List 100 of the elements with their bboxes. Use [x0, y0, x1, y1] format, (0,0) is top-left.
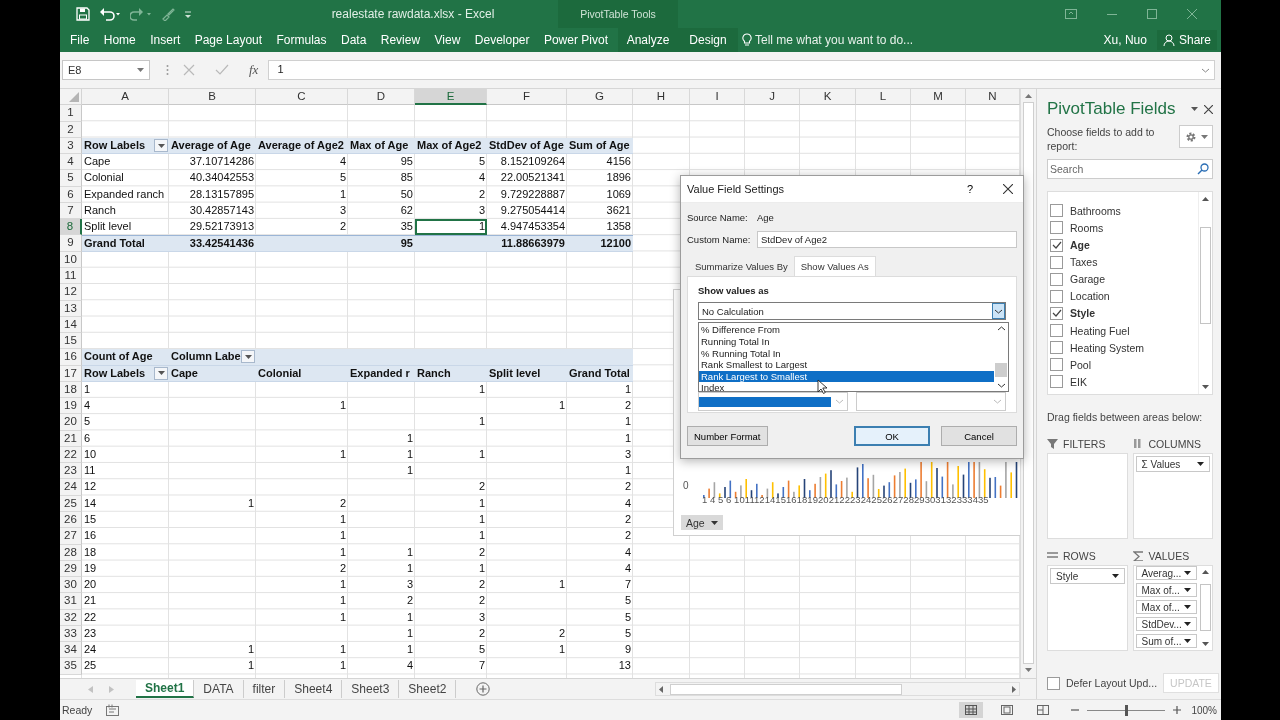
close-icon[interactable]	[1003, 184, 1013, 195]
filter-button[interactable]	[241, 350, 255, 364]
field-chip[interactable]: Averag...	[1135, 566, 1197, 581]
row-header[interactable]: 31	[60, 593, 82, 610]
select-all-icon[interactable]	[69, 92, 79, 103]
row-header[interactable]: 15	[60, 333, 82, 350]
redo-icon[interactable]	[130, 7, 152, 21]
dropdown-list[interactable]: % Difference From Running Total In % Running Total In Rank Smallest to Largest Rank Largest to Smallest Index	[698, 322, 1009, 393]
row-header[interactable]: 23	[60, 463, 82, 480]
row-header[interactable]: 34	[60, 642, 82, 659]
field-name[interactable]: Age	[1070, 239, 1090, 252]
dialog-button[interactable]: Number Format	[687, 426, 768, 447]
enter-icon[interactable]	[215, 64, 229, 77]
checkbox[interactable]	[1050, 375, 1063, 389]
column-header[interactable]: J	[745, 89, 800, 106]
macro-record-icon[interactable]	[106, 704, 120, 717]
column-header[interactable]: K	[800, 89, 856, 106]
cancel-icon[interactable]	[183, 64, 195, 77]
field-name[interactable]: Location	[1070, 290, 1110, 303]
dialog-button[interactable]: OK	[854, 426, 930, 447]
ribbon-tab[interactable]: Home	[99, 28, 140, 52]
checkbox[interactable]	[1050, 324, 1063, 338]
zoom-in-icon[interactable]	[1173, 706, 1182, 715]
search-field[interactable]: Search	[1047, 159, 1213, 180]
column-header[interactable]: I	[690, 89, 745, 106]
list-option[interactable]: Rank Largest to Smallest	[699, 370, 994, 383]
dialog-button[interactable]: Cancel	[941, 426, 1017, 447]
table-cell[interactable]: 1	[415, 219, 487, 236]
field-name[interactable]: Bathrooms	[1070, 204, 1121, 217]
custom-name-field[interactable]: StdDev of Age2	[757, 230, 1017, 248]
sheet-tab[interactable]: filter	[243, 680, 286, 699]
ribbon-options-icon[interactable]	[1065, 9, 1077, 19]
row-header[interactable]: 9	[60, 235, 82, 252]
sheet-tab[interactable]: Sheet4	[285, 680, 343, 699]
column-header[interactable]: G	[567, 89, 633, 106]
field-name[interactable]: Pool	[1070, 358, 1091, 371]
field-chip[interactable]: Σ Values	[1135, 456, 1210, 473]
ribbon-tab[interactable]: Analyze	[618, 28, 678, 52]
ribbon-tab[interactable]: Power Pivot	[539, 28, 612, 52]
add-sheet-icon[interactable]	[476, 682, 491, 697]
scroll-thumb[interactable]	[1023, 102, 1034, 665]
checkbox[interactable]	[1050, 238, 1063, 252]
ribbon-tab[interactable]: File	[66, 28, 94, 52]
field-chip[interactable]: Sum of...	[1135, 634, 1197, 649]
field-name[interactable]: Heating Fuel	[1070, 324, 1130, 337]
filter-button[interactable]	[154, 139, 168, 152]
field-name[interactable]: EIK	[1070, 375, 1087, 388]
ribbon-tab[interactable]: Developer	[470, 28, 534, 52]
ribbon-tab[interactable]: Insert	[146, 28, 185, 52]
horizontal-scrollbar[interactable]	[655, 682, 1020, 697]
column-header[interactable]: F	[487, 89, 567, 106]
field-name[interactable]: Heating System	[1070, 341, 1145, 354]
customize-icon[interactable]	[184, 9, 192, 19]
settings-button[interactable]	[1179, 125, 1213, 149]
show-values-dropdown[interactable]: No Calculation	[698, 302, 1006, 321]
arrow-right-icon[interactable]	[109, 685, 114, 693]
sheet-tab[interactable]: Sheet2	[399, 680, 457, 699]
checkbox[interactable]	[1050, 255, 1063, 269]
row-header[interactable]: 24	[60, 479, 82, 496]
list-scrollbar[interactable]	[1198, 192, 1212, 395]
drop-area[interactable]: Σ Values	[1132, 453, 1213, 540]
dialog-tab[interactable]: Summarize Values By	[689, 256, 794, 277]
field-name[interactable]: Taxes	[1070, 256, 1098, 269]
undo-icon[interactable]	[99, 7, 121, 21]
drop-area[interactable]: Averag... Max of... Max of... StdDev... Sum of...	[1132, 565, 1213, 652]
checkbox[interactable]	[1047, 676, 1060, 690]
view-button[interactable]	[959, 702, 984, 719]
list-option[interactable]: % Difference From	[699, 324, 994, 336]
slider-thumb[interactable]	[1124, 704, 1128, 716]
scroll-thumb[interactable]	[1200, 584, 1211, 632]
checkbox[interactable]	[1050, 358, 1063, 372]
row-header[interactable]: 4	[60, 154, 82, 171]
row-header[interactable]: 35	[60, 658, 82, 675]
checkbox[interactable]	[1050, 289, 1063, 303]
column-header[interactable]: A	[82, 89, 169, 106]
checkbox[interactable]	[1050, 272, 1063, 286]
drop-area[interactable]: Style	[1047, 565, 1128, 652]
ribbon-tab[interactable]: Design	[678, 28, 738, 52]
row-header[interactable]: 19	[60, 398, 82, 415]
zoom-level[interactable]: 100%	[1191, 704, 1217, 716]
field-button[interactable]: Age	[681, 515, 723, 531]
row-header[interactable]: 30	[60, 577, 82, 594]
scroll-thumb[interactable]	[1200, 227, 1211, 325]
ribbon-tab[interactable]: Formulas	[272, 28, 331, 52]
list-option[interactable]: Rank Smallest to Largest	[699, 359, 994, 371]
column-header[interactable]: D	[348, 89, 415, 106]
filter-button[interactable]	[154, 366, 168, 380]
ribbon-tab[interactable]: Page Layout	[190, 28, 267, 52]
scroll-thumb[interactable]	[670, 683, 902, 695]
row-header[interactable]: 16	[60, 349, 82, 366]
save-icon[interactable]	[76, 7, 90, 21]
arrow-left-icon[interactable]	[88, 685, 93, 693]
brush-icon[interactable]	[161, 7, 175, 21]
formula-field[interactable]: 1	[268, 60, 1215, 81]
column-header[interactable]: C	[256, 89, 348, 106]
insert-function-button[interactable]: fx	[249, 62, 267, 79]
caret-icon[interactable]	[1191, 107, 1198, 112]
base-field-list[interactable]	[698, 392, 848, 412]
field-chip[interactable]: Max of...	[1135, 600, 1197, 615]
list-option[interactable]: Index	[699, 382, 994, 394]
